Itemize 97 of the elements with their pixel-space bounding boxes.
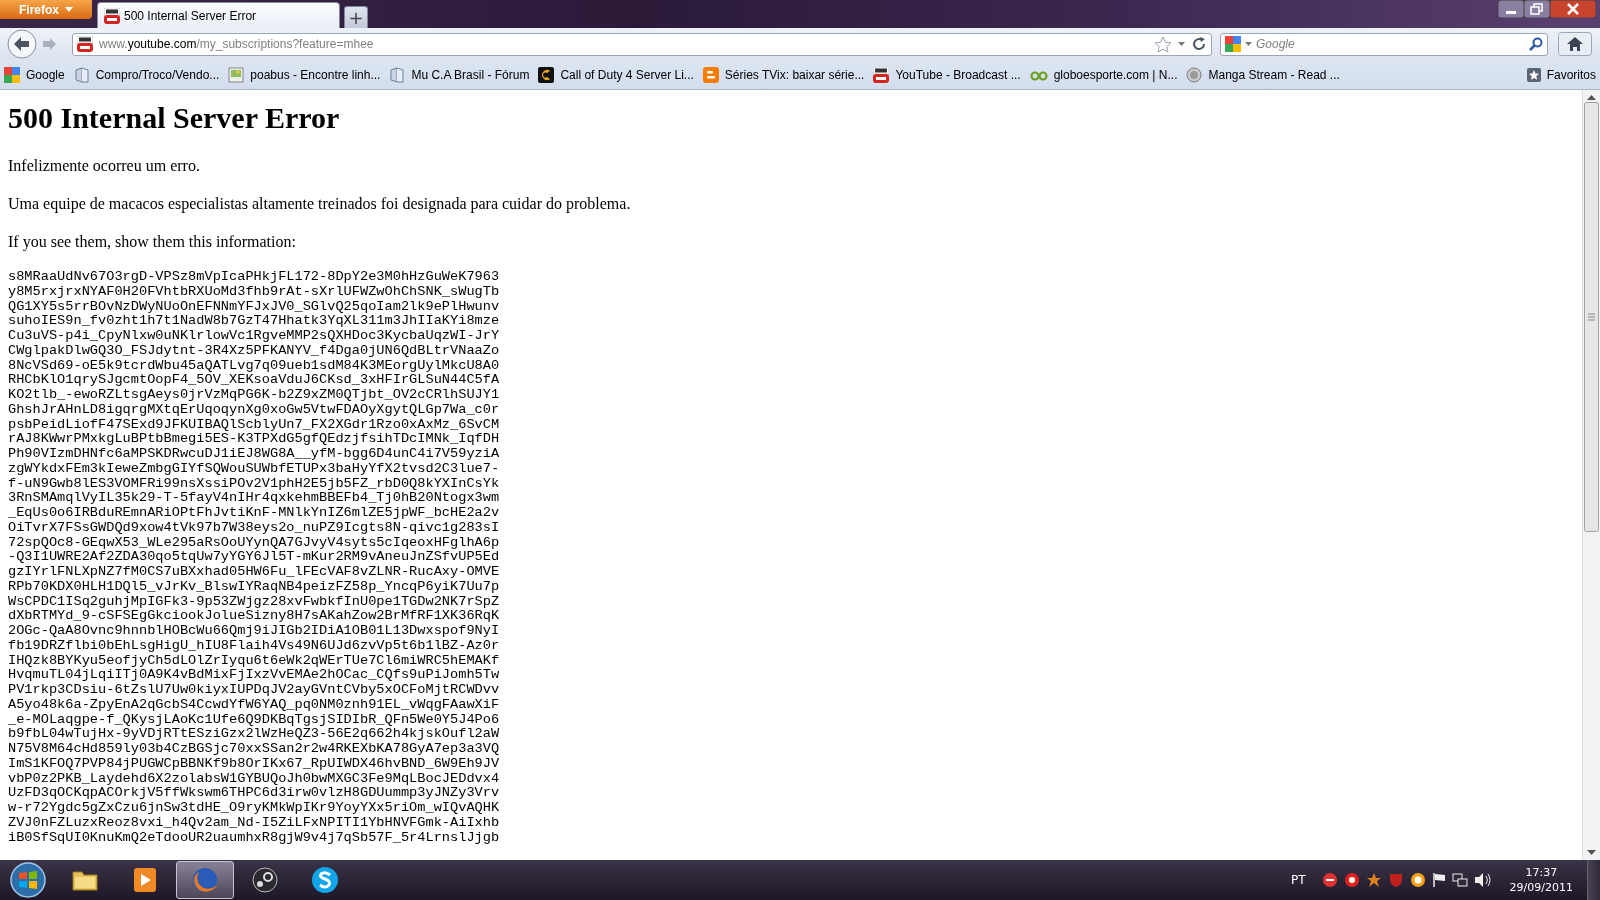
code-line: rAJ8KWwrPMxkgLuBPtbBmegi5ES-K3TPXdG5gfQEdzjfsihTDcIMNk_IqfDH (8, 432, 500, 447)
url-text: www.youtube.com/my_subscriptions?feature=mhee (99, 37, 375, 51)
search-bar[interactable]: Google (1220, 32, 1548, 56)
code-line: psbPeidLiofF47SExd9JFKUIBAQlScblyUn7_FX2XGdr1Rzo0xAxMz_6SvCM (8, 417, 500, 433)
code-line: IHQzk8BYKyu5eofjyCh5dLOlZrIyqu6t6eWk2qWErTUe7Cl6miWRC5hEMAKf (8, 653, 500, 669)
address-field[interactable]: www.youtube.com/my_subscriptions?feature=mhee (72, 32, 1212, 56)
caret-icon (65, 7, 73, 12)
bookmark-link[interactable]: YouTube - Broadcast ... (873, 66, 1021, 83)
emblem-icon (1186, 66, 1203, 83)
code-line: gzIYrlFNLXpNZ7fM0CS7uBXxhad05HW6Fu_lFEcVAF8vZLNR-RucAxy-OMVE (8, 565, 500, 580)
clock-time[interactable]: 17:37 (1525, 865, 1558, 880)
code-line: HvqmuTL04jLqiITj0A9K4vBdMixFjIxzVvEMAe2hOCac_CQfs9uPiJomh5Tw (8, 668, 500, 683)
code-line: ZVJ0nFZLuzxReoz8vxi_h4Qv2am_Nd-I5ZiLFxNPITI1YbHNVFGmk-AiIxhb (8, 815, 500, 831)
code-line: f-uN9Gwb8lES3VOMFRi99nsXssiPOv2V1phH2E5jb5FZ_rbD0Q8kYXInCsYk (8, 476, 500, 492)
code-line: -Q3I1UWRE2Af2ZDA30qo5tqUw7yYGY6Jl5T-mKur2RM9vAneuJnZSfvUP5Ed (8, 550, 500, 565)
bookmark-link[interactable]: Call of Duty 4 Server Li... (538, 66, 694, 83)
s-letter-icon (309, 864, 341, 896)
scroll-up-icon[interactable] (1587, 95, 1596, 100)
page-icon (73, 66, 90, 83)
code-line: RHCbKlO1qrySJgcmtOopF4_5OV_XEKsoaVduJ6CKsd_3xHFIrGLSuN44C5fA (8, 373, 500, 388)
code-line: vbP0z2PKB_Laydehd6X2zolabsW1GYBUQoJh0bwMXGC3Fe9MqLBocJEDdvx4 (8, 771, 500, 787)
caret-icon[interactable] (1245, 42, 1252, 46)
page-icon (389, 66, 406, 83)
code-line: 8NcVSd69-oE5k9tcrdWbu45aQATLvg7q09ueb1sdM84K3MEorgUylMkcU8A0 (8, 358, 500, 374)
code-line: 72spQOc8-GEqwX53_WLe295aRsOoUYynQA7GJvyV4syts5cIqeoxHFglhA6p (8, 535, 500, 551)
star-icon (1526, 67, 1541, 82)
code-line: fb19DRZflbi0bEhLsgHigU_hIU8Flaih4Vs49N6UJd6zvVp5t6b1lBZ-Az0r (8, 638, 500, 654)
tray-icon[interactable] (1321, 872, 1338, 888)
bookmark-link[interactable]: globoesporte.com | N... (1029, 66, 1178, 83)
bookmark-link[interactable]: Mu C.A Brasil - Fórum (389, 66, 530, 83)
speaker-icon[interactable] (1473, 872, 1492, 888)
code-line: dXbRTMYd_9-cSFSEgGkciookJolueSizny8H7sAKahZow2BrMfRF1XK36RqK (8, 609, 500, 624)
steam-icon (249, 864, 281, 896)
tray-icon[interactable] (1409, 872, 1426, 888)
reload-icon[interactable] (1191, 36, 1207, 52)
home-icon[interactable] (1558, 32, 1592, 56)
youtube-icon (873, 66, 890, 83)
code-line: s8MRaaUdNv67O3rgD-VPSz8mVpIcaPHkjFL172-8DpY2e3M0hHzGuWeK7963 (8, 270, 500, 285)
network-icon[interactable] (1451, 872, 1468, 888)
clock-date[interactable]: 29/09/2011 (1509, 880, 1573, 895)
code-line: UzFD3qOCKqpACOrkjV5ffWkswm6THPC6d3irw0vlzH8GDUummp3yJNZy3Vrv (8, 786, 500, 801)
scrollbar-thumb[interactable] (1584, 102, 1599, 532)
code-line: 2OGc-QaA8Ovnc9hnnblHOBcWu66Qmj9iJIGb2IDiA1OB01L13Dwxspof9NyI (8, 624, 500, 639)
caret-icon[interactable] (1178, 42, 1185, 46)
code-line: WsCPDC1ISq2guhjMpIGFk3-9p53ZWjgz28xvFwbkfInU0pe1TGDw2NK7rSpZ (8, 594, 500, 610)
code-line: y8M5rxjrxNYAF0H20FVhtbRXUoMd3fhb9rAt-sXrlUFWZwOhChSNK_sWugTb (8, 284, 500, 300)
code-line: ImS1KFOQ7PVP84jPUGWCpBBNKf9b8OrIKx67_RpUIWDX46hvBND_6W9Eh9JV (8, 756, 500, 772)
image-icon (228, 66, 245, 83)
bookmark-link[interactable]: Séries TVix: baixar série... (702, 66, 865, 83)
code-line: Cu3uVS-p4i_CpyNlxw0uNKlrlowVc1RgveMMP2sQXHDoc3KycbaUqzWI-JrY (8, 329, 500, 344)
new-tab-button[interactable]: + (344, 6, 368, 28)
bookmarks-menu[interactable]: Favoritos (1526, 67, 1596, 82)
code-line: suhoIES9n_fv0zht1h7t1NadW8b7GzT47Hhatk3YqXL311m3JhIIaKYi8mze (8, 314, 500, 329)
code-line: A5yo48k6a-ZpyEnA2qGcbS4CcwdYfW6YAQ_pq0NM0znh91EL_vWqgFAawXiF (8, 697, 500, 713)
paragraph: If you see them, show them this information: (8, 232, 297, 252)
language-indicator[interactable]: PT (1291, 873, 1306, 887)
youtube-icon (77, 36, 93, 52)
code-line: PV1rkp3CDsiu-6tZslU7Uw0kiyxIUPDqJV2ayGVntCVby5xOCFoMjtRCWDvv (8, 683, 500, 698)
page-heading: 500 Internal Server Error (8, 100, 341, 136)
code-line: zgWYkdxFEm3kIeweZmbgGIYfSQWouSUWbfETUPx3baHyYfX2tvsd2C3lue7- (8, 461, 500, 477)
star-icon[interactable] (1154, 35, 1172, 53)
bookmark-link[interactable]: poabus - Encontre linh... (228, 66, 381, 83)
show-desktop-button[interactable] (1587, 860, 1600, 900)
google-icon (1225, 36, 1241, 52)
tray-icon[interactable] (1343, 872, 1360, 888)
scroll-down-icon[interactable] (1587, 850, 1596, 855)
code-line: _e-MOLaqgpe-f_QKysjLAoKc1Ufe6Q9DKBqTgsjSIDIbR_QFn5We0Y5J4Po6 (8, 712, 500, 728)
restore-icon[interactable] (1524, 0, 1550, 18)
bookmark-link[interactable]: Google (4, 66, 65, 83)
bookmark-link[interactable]: Compro/Troco/Vendo... (73, 66, 220, 83)
code-line: 3RnSMAmqlVyIL35k29-T-5fayV4nIHr4qxkehmBBEFb4_Tj0hB20Ntogx3wm (8, 491, 500, 506)
code-line: KO2tlb_-ewoRZLtsgAeys0jrVzMqPG6K-b2Z9xZM0QTjbt_OV2cCRlhSUJY1 (8, 388, 500, 403)
paragraph: Uma equipe de macacos especialistas altamente treinados foi designada para cuidar do problema. (8, 194, 632, 214)
youtube-icon (104, 7, 120, 24)
code-line: w-r72Ygdc5gZxCzu6jnSw3tdHE_O9ryKMkWpIKr9YoyYXx5riOm_wIQvAQHK (8, 801, 500, 816)
browser-tab[interactable]: 500 Internal Server Error (97, 2, 340, 28)
flag-icon[interactable] (1431, 872, 1446, 888)
close-icon[interactable] (1550, 0, 1596, 18)
code-line: GhshJrAHnLD8igqrgMXtqErUqoqynXg0xoGw5VtwFDAOyXgytQLGp7Wa_c0r (8, 402, 500, 418)
search-icon[interactable] (1529, 37, 1543, 51)
code-line: b9fbL04wTujHx-9yVDjRTtESziGzx2lWzHeQZ3-56E2q662h4kjskOufl2aW (8, 727, 500, 742)
back-icon[interactable] (6, 29, 38, 59)
code-line: QG1XY5s5rrBOvNzDWyNUoOnEFNNmYFJxJV0_SGlvQ25qoIam2lk9ePlHwunv (8, 299, 500, 315)
code-line: CWglpakDlwGQ3O_FSJdytnt-3R4Xz5PFKANYV_f4Dga0jUN6QdBLtrVNaaZo (8, 343, 500, 359)
code-line: iB0SfSqUI0KnuKmQ2eTdooUR2uaumhxR8gjW9v4j7qSb57F_5r4LrnslJjgb (8, 830, 500, 846)
code-line: OiTvrX7FSsGWDQd9xow4tVk97b7W38eys2o_nuPZ9Icgts8N-qivc1g283sI (8, 520, 500, 536)
code-line: RPb70KDX0HLH1DQl5_vJrKv_BlswIYRaqNB4peizFZ58p_YncqP6yiK7Uu7p (8, 579, 500, 595)
paragraph: Infelizmente ocorreu um erro. (8, 156, 201, 176)
google-icon (4, 66, 20, 83)
code-line: Ph90VIzmDHNfc6aMPSKDRwcuDJ1iEJ8WG8A__yfM-bgg6D4unC4i7V59yziA (8, 447, 500, 462)
bookmark-link[interactable]: Manga Stream - Read ... (1186, 66, 1340, 83)
code-line: N75V8M64cHd859ly03b4CzBGSjc70xxSSan2r2w4RKEXbKA78GyA7ep3a3VQ (8, 742, 500, 757)
code-line: _EqUs0o6IRBduREmnARiOPtFhJvtiKnF-MNlkYnIZ6mlZE5jpWF_bcHE2a2v (8, 506, 500, 521)
minimize-icon[interactable] (1498, 0, 1524, 18)
shield-icon[interactable] (1387, 872, 1404, 888)
emblem-icon (538, 66, 555, 83)
blogger-icon (702, 66, 719, 83)
